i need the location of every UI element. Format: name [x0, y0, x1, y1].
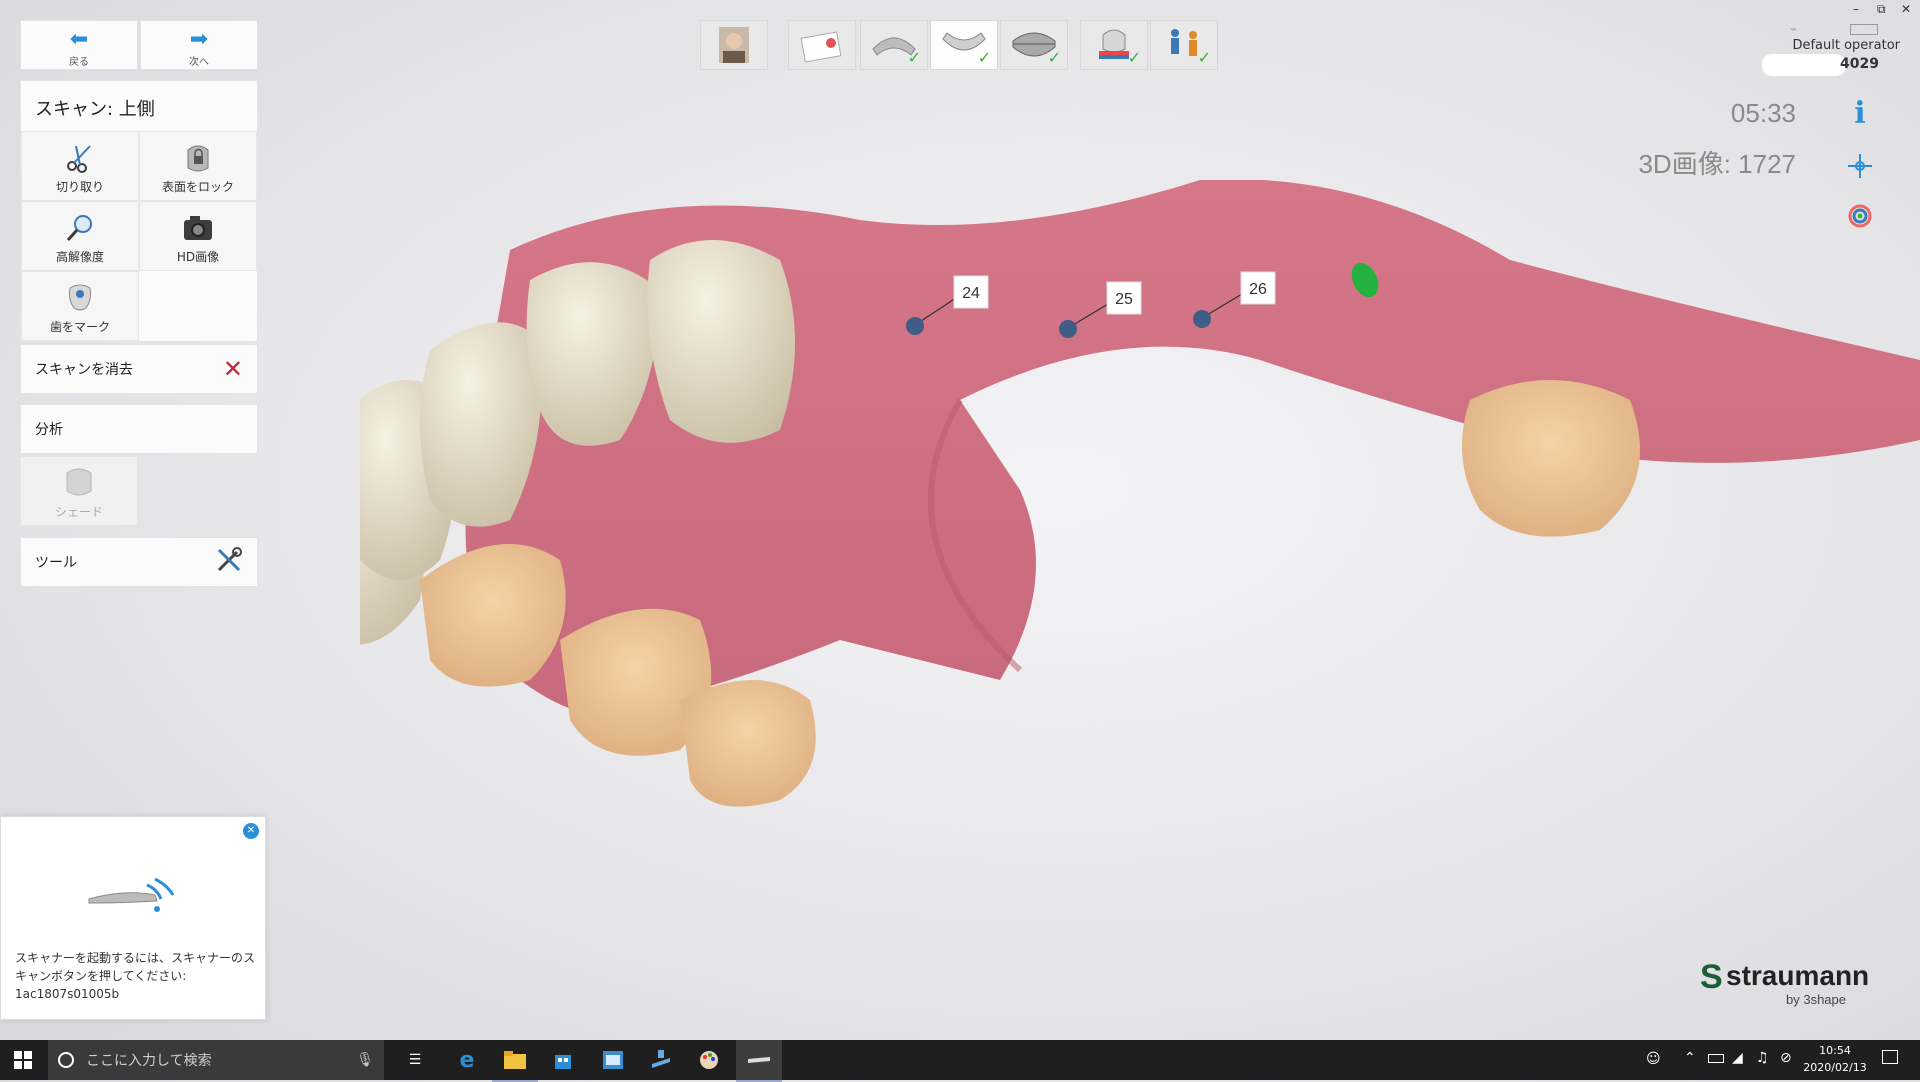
tray-blocked-icon[interactable]: ⊘ [1780, 1050, 1792, 1066]
check-icon: ✓ [1047, 48, 1061, 67]
search-placeholder: ここに入力して検索 [86, 1053, 212, 1069]
people-icon[interactable]: ☺ [1646, 1051, 1661, 1067]
file-explorer-icon[interactable] [492, 1040, 538, 1082]
lock-surface-button[interactable]: 表面をロック [139, 131, 257, 201]
workflow-lower-scan-step[interactable]: ✓ [930, 20, 998, 70]
info-icon[interactable]: i [1840, 96, 1880, 136]
analysis-label: 分析 [35, 422, 63, 438]
lock-surface-icon [180, 142, 216, 174]
scan-panel: スキャン: 上側 切り取り 表面をロック 高解像度 HD画像 歯をマーク [20, 80, 258, 342]
taskbar-search-box[interactable]: ここに入力して検索 🎙 [48, 1040, 384, 1080]
tooth-posterior-molar [1462, 380, 1640, 537]
scanner-notification: ✕ スキャナーを起動するには、スキャナーのスキャンボタンを押してください: 1a… [0, 816, 266, 1020]
marker-label-24: 24 [962, 285, 980, 302]
action-center-icon[interactable] [1882, 1050, 1898, 1064]
clock-date: 2020/02/13 [1803, 1061, 1867, 1074]
window-controls: – ⧉ ✕ [1845, 2, 1920, 20]
tray-chevron-up-icon[interactable]: ⌃ [1684, 1050, 1696, 1066]
workflow-post-process-step[interactable]: ✓ [1080, 20, 1148, 70]
marker-label-26: 26 [1249, 281, 1267, 298]
paint-app-icon[interactable] [686, 1040, 732, 1080]
battery-icon [1850, 24, 1878, 35]
start-button[interactable] [0, 1040, 46, 1080]
minimize-icon[interactable]: – [1853, 2, 1859, 16]
brand-logo: S straumann by 3shape [1700, 958, 1890, 1008]
scan-panel-title: スキャン: 上側 [35, 99, 155, 120]
workflow-patient-step[interactable] [700, 20, 768, 70]
brand-name: straumann [1726, 960, 1870, 991]
dental-3d-scan-view[interactable]: 24 25 26 [360, 180, 1920, 940]
tools-section-row[interactable]: ツール [20, 537, 258, 587]
tools-label: ツール [35, 555, 77, 571]
close-window-icon[interactable]: ✕ [1901, 2, 1911, 16]
tools-wrench-icon[interactable] [215, 546, 243, 578]
microphone-icon[interactable]: 🎙 [356, 1052, 374, 1068]
trim-tool-button[interactable]: 切り取り [21, 131, 139, 201]
check-icon: ✓ [1197, 48, 1211, 67]
tooth-mark-icon [62, 282, 98, 314]
shade-button[interactable]: シェード [20, 456, 138, 526]
arrow-right-icon: ➡ [189, 27, 209, 52]
scanner-app-icon[interactable] [736, 1040, 782, 1082]
scissors-icon [62, 142, 98, 174]
tray-battery-icon [1708, 1054, 1724, 1063]
cortana-circle-icon [58, 1052, 74, 1068]
straumann-s-icon: S [1700, 958, 1723, 996]
scan-timer: 05:33 [1730, 98, 1796, 128]
app-window-icon[interactable] [590, 1040, 636, 1080]
restore-icon[interactable]: ⧉ [1877, 2, 1886, 17]
magnifier-icon [62, 212, 98, 244]
operator-id: 4029 [1840, 56, 1879, 72]
clear-scan-label: スキャンを消去 [35, 362, 133, 378]
device-status-icons: ⌁ [1790, 22, 1900, 38]
tray-network-icon[interactable]: ◢ [1732, 1050, 1743, 1066]
check-icon: ✓ [907, 48, 921, 67]
clear-scan-row[interactable]: スキャンを消去 ✕ [20, 344, 258, 394]
workflow-order-step[interactable] [788, 20, 856, 70]
operator-name: Default operator [1792, 38, 1900, 53]
tooth-canine [647, 240, 795, 443]
windows-taskbar: ここに入力して検索 🎙 ☰ e ☺ ⌃ ◢ ♫ ⊘ 10:54 2020/02/… [0, 1040, 1920, 1082]
scanner-wireless-icon [88, 877, 175, 912]
marker-label-25: 25 [1115, 291, 1133, 308]
wifi-icon: ⌁ [1790, 22, 1798, 36]
hd-image-button[interactable]: HD画像 [139, 201, 257, 271]
scanner-device-id: 1ac1807s01005b [15, 987, 120, 1001]
brand-subtitle: by 3shape [1786, 992, 1846, 1007]
tray-volume-icon[interactable]: ♫ [1756, 1050, 1769, 1066]
task-view-button[interactable]: ☰ [392, 1040, 438, 1080]
windows-logo-icon [14, 1051, 32, 1069]
store-icon[interactable] [540, 1040, 586, 1080]
shade-tooth-icon [61, 467, 97, 499]
edge-browser-icon[interactable]: e [444, 1040, 490, 1080]
image-count: 3D画像: 1727 [1638, 149, 1796, 179]
scanner-message: スキャナーを起動するには、スキャナーのスキャンボタンを押してください: [15, 951, 256, 983]
app-install-icon[interactable] [638, 1040, 684, 1080]
order-form-icon [800, 31, 842, 63]
workflow-bite-scan-step[interactable]: ✓ [1000, 20, 1068, 70]
next-button[interactable]: ➡ 次へ [140, 20, 258, 70]
close-circle-icon[interactable]: ✕ [243, 823, 259, 839]
close-x-icon[interactable]: ✕ [223, 355, 243, 383]
tooth-lower-3 [680, 680, 816, 807]
redacted-id-field [1762, 54, 1846, 76]
workflow-send-step[interactable]: ✓ [1150, 20, 1218, 70]
mark-tooth-button[interactable]: 歯をマーク [21, 271, 139, 341]
check-icon: ✓ [1127, 48, 1141, 67]
patient-photo-icon [719, 27, 749, 63]
arrow-left-icon: ⬅ [69, 27, 89, 52]
high-resolution-button[interactable]: 高解像度 [21, 201, 139, 271]
camera-icon [180, 212, 216, 244]
clock-time: 10:54 [1819, 1044, 1851, 1057]
check-icon: ✓ [977, 48, 991, 67]
workflow-upper-scan-step[interactable]: ✓ [860, 20, 928, 70]
back-button[interactable]: ⬅ 戻る [20, 20, 138, 70]
taskbar-clock[interactable]: 10:54 2020/02/13 [1800, 1042, 1870, 1076]
analysis-header: 分析 [20, 404, 258, 454]
